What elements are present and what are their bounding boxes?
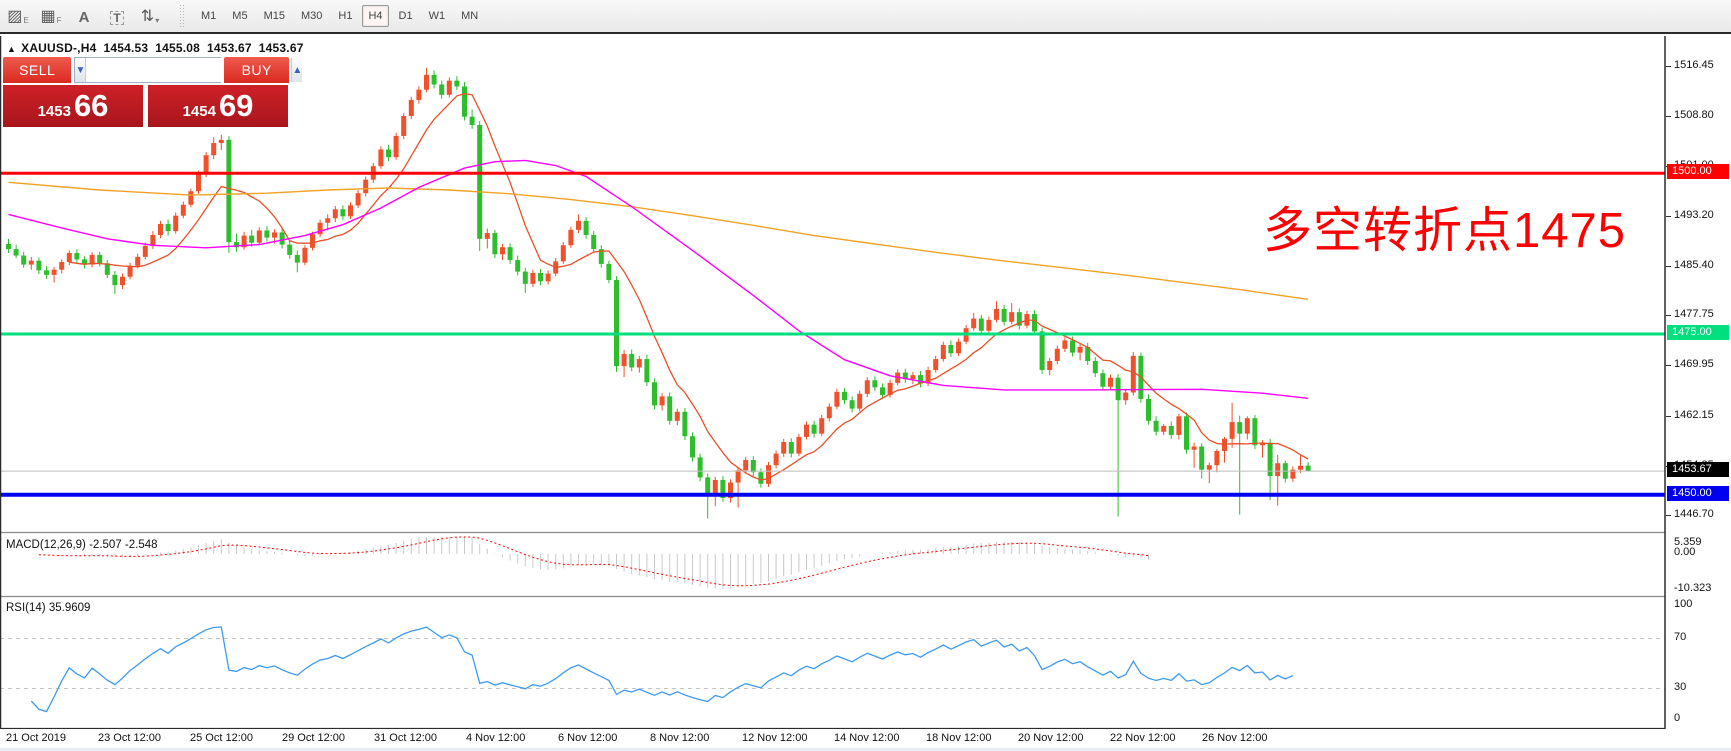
axis-tick-mark	[1666, 116, 1671, 117]
time-tick-label: 23 Oct 12:00	[98, 732, 161, 744]
time-tick-label: 14 Nov 12:00	[834, 732, 899, 744]
timeframe-button-m15[interactable]: M15	[258, 5, 291, 27]
price-tick-label: 1469.95	[1674, 358, 1714, 370]
rsi-line	[31, 627, 1293, 712]
time-tick-label: 22 Nov 12:00	[1110, 732, 1175, 744]
indicator-grid-icon[interactable]: ▦F	[36, 3, 66, 29]
chart-window[interactable]: ▲XAUUSD-,H41454.531455.081453.671453.67 …	[0, 36, 1731, 751]
time-tick-label: 25 Oct 12:00	[190, 732, 253, 744]
rsi-label: RSI(14) 35.9609	[6, 602, 90, 614]
ma-fast-line	[69, 94, 1308, 480]
symbol-title: XAUUSD-,H4	[21, 41, 96, 55]
axis-tick-mark	[1666, 416, 1671, 417]
sell-button[interactable]: SELL	[3, 57, 71, 83]
ohlc-low: 1453.67	[207, 41, 252, 55]
price-tick-label: 1485.40	[1674, 259, 1714, 271]
top-toolbar: ▨E▦FAT⇅▾ M1M5M15M30H1H4D1W1MN	[0, 0, 1731, 34]
time-tick-label: 12 Nov 12:00	[742, 732, 807, 744]
chart-ohlc-header: ▲ XAUUSD-,H4 1454.53 1455.08 1453.67 1453.67	[7, 41, 304, 55]
axis-tick-mark	[1666, 365, 1671, 366]
volume-increase-button[interactable]: ▲	[291, 58, 302, 82]
price-tick-label: 1508.80	[1674, 109, 1714, 121]
axis-tick-mark	[1666, 515, 1671, 516]
timeframe-button-d1[interactable]: D1	[393, 5, 419, 27]
timeframe-button-w1[interactable]: W1	[423, 5, 452, 27]
price-tick-label: 1462.15	[1674, 409, 1714, 421]
price-tick-label: 1516.45	[1674, 59, 1714, 71]
ohlc-open: 1454.53	[103, 41, 148, 55]
timeframe-button-h4[interactable]: H4	[362, 5, 388, 27]
price-axis[interactable]: 1516.451508.801501.001493.201485.401477.…	[1666, 36, 1731, 751]
time-tick-label: 21 Oct 2019	[6, 732, 66, 744]
timeframe-button-h1[interactable]: H1	[332, 5, 358, 27]
timeframe-button-mn[interactable]: MN	[455, 5, 484, 27]
axis-tick-mark	[1666, 66, 1671, 67]
expert-advisor-icon[interactable]: ▨E	[3, 3, 33, 29]
time-tick-label: 6 Nov 12:00	[558, 732, 617, 744]
axis-tick-mark	[1666, 315, 1671, 316]
ohlc-high: 1455.08	[155, 41, 200, 55]
rsi-scale-label: 70	[1674, 631, 1686, 643]
price-tick-label: 1446.70	[1674, 508, 1714, 520]
time-tick-label: 8 Nov 12:00	[650, 732, 709, 744]
text-label-icon[interactable]: T	[102, 3, 132, 29]
axis-tick-mark	[1666, 216, 1671, 217]
collapse-arrow-icon[interactable]: ▲	[7, 44, 16, 54]
timeframe-button-m30[interactable]: M30	[295, 5, 328, 27]
buy-button[interactable]: BUY	[224, 57, 289, 83]
timeframe-button-m1[interactable]: M1	[195, 5, 222, 27]
rsi-scale-label: 0	[1674, 712, 1680, 724]
macd-scale-label: -10.323	[1674, 582, 1711, 594]
text-annotation-icon[interactable]: A	[69, 3, 99, 29]
ohlc-close: 1453.67	[259, 41, 304, 55]
pivot-line-price-chip: 1475.00	[1667, 325, 1729, 340]
macd-label: MACD(12,26,9) -2.507 -2.548	[6, 539, 158, 551]
volume-stepper: ▼ ▲	[74, 57, 221, 83]
time-tick-label: 29 Oct 12:00	[282, 732, 345, 744]
current-price-line-price-chip: 1453.67	[1667, 462, 1729, 477]
sell-price-big: 66	[74, 85, 108, 127]
one-click-trade-panel: SELL ▼ ▲ BUY 1453 66 1454 69	[3, 57, 289, 127]
macd-scale-label: 0.00	[1674, 546, 1695, 558]
buy-price-box[interactable]: 1454 69	[148, 85, 288, 127]
time-tick-label: 26 Nov 12:00	[1202, 732, 1267, 744]
mt4-terminal: { "toolbar": { "icons": [ {"name": "expe…	[0, 0, 1731, 751]
buy-price-big: 69	[219, 85, 253, 127]
timeframe-button-m5[interactable]: M5	[226, 5, 253, 27]
time-tick-label: 31 Oct 12:00	[374, 732, 437, 744]
rsi-scale-label: 100	[1674, 598, 1692, 610]
ma-slow-line	[9, 182, 1309, 299]
chart-text-annotation: 多空转折点1475	[1263, 191, 1626, 262]
time-tick-label: 4 Nov 12:00	[466, 732, 525, 744]
chart-canvas[interactable]	[0, 36, 1666, 729]
rsi-scale-label: 30	[1674, 681, 1686, 693]
volume-decrease-button[interactable]: ▼	[75, 58, 86, 82]
time-tick-label: 20 Nov 12:00	[1018, 732, 1083, 744]
support-line-price-chip: 1450.00	[1667, 486, 1729, 501]
cycle-arrows-icon[interactable]: ⇅▾	[135, 3, 165, 29]
sell-price-small: 1453	[38, 103, 71, 120]
price-tick-label: 1493.20	[1674, 209, 1714, 221]
sell-price-box[interactable]: 1453 66	[3, 85, 143, 127]
time-axis[interactable]: 21 Oct 2019 23 Oct 12:00 25 Oct 12:00 29 Oc…	[0, 729, 1731, 748]
resistance-line-price-chip: 1500.00	[1667, 164, 1729, 179]
time-tick-label: 18 Nov 12:00	[926, 732, 991, 744]
price-tick-label: 1477.75	[1674, 308, 1714, 320]
axis-tick-mark	[1666, 266, 1671, 267]
toolbar-separator	[179, 4, 185, 28]
buy-price-small: 1454	[183, 103, 216, 120]
